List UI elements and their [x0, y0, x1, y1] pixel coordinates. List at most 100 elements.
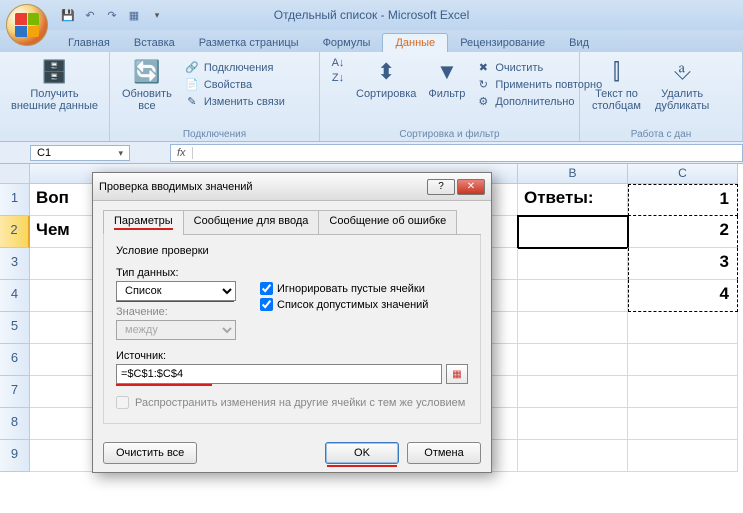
row-header-1[interactable]: 1: [0, 184, 30, 216]
properties-button[interactable]: 📄Свойства: [182, 77, 287, 92]
sort-za-button[interactable]: Z↓: [328, 71, 348, 85]
cell-b8[interactable]: [518, 408, 628, 440]
refresh-icon: 🔄: [131, 58, 163, 86]
fx-icon[interactable]: fx: [171, 147, 193, 159]
group-label-sortfilter: Сортировка и фильтр: [320, 129, 579, 140]
close-button[interactable]: ✕: [457, 179, 485, 195]
row-header-8[interactable]: 8: [0, 408, 30, 440]
sort-za-icon: Z↓: [330, 72, 346, 84]
select-all-corner[interactable]: [0, 164, 30, 184]
type-select[interactable]: Список: [116, 281, 236, 301]
get-external-data-button[interactable]: 🗄️ Получить внешние данные: [8, 56, 101, 114]
cell-c3[interactable]: 3: [628, 248, 738, 280]
properties-icon: 📄: [184, 78, 200, 91]
cell-c6[interactable]: [628, 344, 738, 376]
refresh-all-button[interactable]: 🔄 Обновить все: [118, 56, 176, 127]
office-button[interactable]: [6, 4, 48, 46]
type-label: Тип данных:: [116, 267, 246, 279]
save-icon[interactable]: 💾: [60, 7, 76, 23]
window-title: Отдельный список - Microsoft Excel: [274, 8, 470, 22]
row-header-2[interactable]: 2: [0, 216, 30, 248]
cell-c4[interactable]: 4: [628, 280, 738, 312]
propagate-label: Распространить изменения на другие ячейк…: [135, 397, 465, 409]
cell-c5[interactable]: [628, 312, 738, 344]
link-icon: 🔗: [184, 61, 200, 74]
row-header-6[interactable]: 6: [0, 344, 30, 376]
dialog-titlebar[interactable]: Проверка вводимых значений ? ✕: [93, 173, 491, 201]
cell-b4[interactable]: [518, 280, 628, 312]
cell-c7[interactable]: [628, 376, 738, 408]
cell-b3[interactable]: [518, 248, 628, 280]
cell-b5[interactable]: [518, 312, 628, 344]
incell-dropdown-checkbox[interactable]: [260, 298, 273, 311]
cell-b9[interactable]: [518, 440, 628, 472]
cancel-button[interactable]: Отмена: [407, 442, 481, 464]
more-icon[interactable]: [148, 7, 164, 23]
sort-button[interactable]: ⬍ Сортировка: [352, 56, 420, 127]
ok-button[interactable]: OK: [325, 442, 399, 464]
cell-c2[interactable]: 2: [628, 216, 738, 248]
help-button[interactable]: ?: [427, 179, 455, 195]
row-header-5[interactable]: 5: [0, 312, 30, 344]
title-bar: 💾 ↶ ↷ ▦ Отдельный список - Microsoft Exc…: [0, 0, 743, 30]
dialog-tab-error[interactable]: Сообщение об ошибке: [318, 210, 457, 235]
name-box[interactable]: C1: [30, 145, 130, 161]
range-icon: ▦: [452, 369, 461, 380]
reapply-icon: ↻: [475, 78, 491, 91]
propagate-checkbox: [116, 396, 129, 409]
source-label: Источник:: [116, 350, 468, 362]
text-to-columns-button[interactable]: ⫿ Текст по столбцам: [588, 56, 645, 114]
cell-b6[interactable]: [518, 344, 628, 376]
tab-view[interactable]: Вид: [557, 34, 601, 52]
row-header-4[interactable]: 4: [0, 280, 30, 312]
tab-insert[interactable]: Вставка: [122, 34, 187, 52]
cell-c8[interactable]: [628, 408, 738, 440]
edit-links-icon: ✎: [184, 95, 200, 108]
connections-button[interactable]: 🔗Подключения: [182, 60, 287, 75]
formula-bar[interactable]: fx: [170, 144, 743, 162]
col-header-c[interactable]: C: [628, 164, 738, 184]
frame-title: Условие проверки: [116, 245, 468, 257]
database-icon: 🗄️: [39, 58, 71, 86]
filter-button[interactable]: ▼ Фильтр: [424, 56, 469, 127]
remove-dup-icon: ⎀: [666, 58, 698, 86]
value-select: между: [116, 320, 236, 340]
remove-duplicates-button[interactable]: ⎀ Удалить дубликаты: [651, 56, 713, 114]
sort-az-button[interactable]: A↓: [328, 56, 348, 70]
cell-c1[interactable]: 1: [628, 184, 738, 216]
cell-c9[interactable]: [628, 440, 738, 472]
dialog-tab-params[interactable]: Параметры: [103, 210, 184, 235]
undo-icon[interactable]: ↶: [82, 7, 98, 23]
tab-formulas[interactable]: Формулы: [311, 34, 383, 52]
quickprint-icon[interactable]: ▦: [126, 7, 142, 23]
row-header-9[interactable]: 9: [0, 440, 30, 472]
ribbon: 🗄️ Получить внешние данные 🔄 Обновить вс…: [0, 52, 743, 142]
value-label: Значение:: [116, 306, 246, 318]
tab-data[interactable]: Данные: [382, 33, 448, 52]
tab-home[interactable]: Главная: [56, 34, 122, 52]
ribbon-tabs: Главная Вставка Разметка страницы Формул…: [0, 30, 743, 52]
data-validation-dialog: Проверка вводимых значений ? ✕ Параметры…: [92, 172, 492, 473]
cell-b2-selected[interactable]: [518, 216, 628, 248]
sort-icon: ⬍: [370, 58, 402, 86]
group-label-datatools: Работа с дан: [580, 129, 742, 140]
source-input[interactable]: [116, 364, 442, 384]
clear-all-button[interactable]: Очистить все: [103, 442, 197, 464]
dialog-title: Проверка вводимых значений: [99, 181, 253, 193]
edit-links-button[interactable]: ✎Изменить связи: [182, 94, 287, 109]
chevron-down-icon[interactable]: [116, 147, 123, 159]
cell-b7[interactable]: [518, 376, 628, 408]
filter-icon: ▼: [431, 58, 463, 86]
range-picker-button[interactable]: ▦: [446, 364, 468, 384]
col-header-b[interactable]: B: [518, 164, 628, 184]
tab-review[interactable]: Рецензирование: [448, 34, 557, 52]
advanced-icon: ⚙: [475, 95, 491, 108]
clear-icon: ✖: [475, 61, 491, 74]
ignore-blank-checkbox[interactable]: [260, 282, 273, 295]
redo-icon[interactable]: ↷: [104, 7, 120, 23]
row-header-7[interactable]: 7: [0, 376, 30, 408]
cell-b1[interactable]: Ответы:: [518, 184, 628, 216]
tab-pagelayout[interactable]: Разметка страницы: [187, 34, 311, 52]
row-header-3[interactable]: 3: [0, 248, 30, 280]
dialog-tab-input[interactable]: Сообщение для ввода: [183, 210, 320, 235]
